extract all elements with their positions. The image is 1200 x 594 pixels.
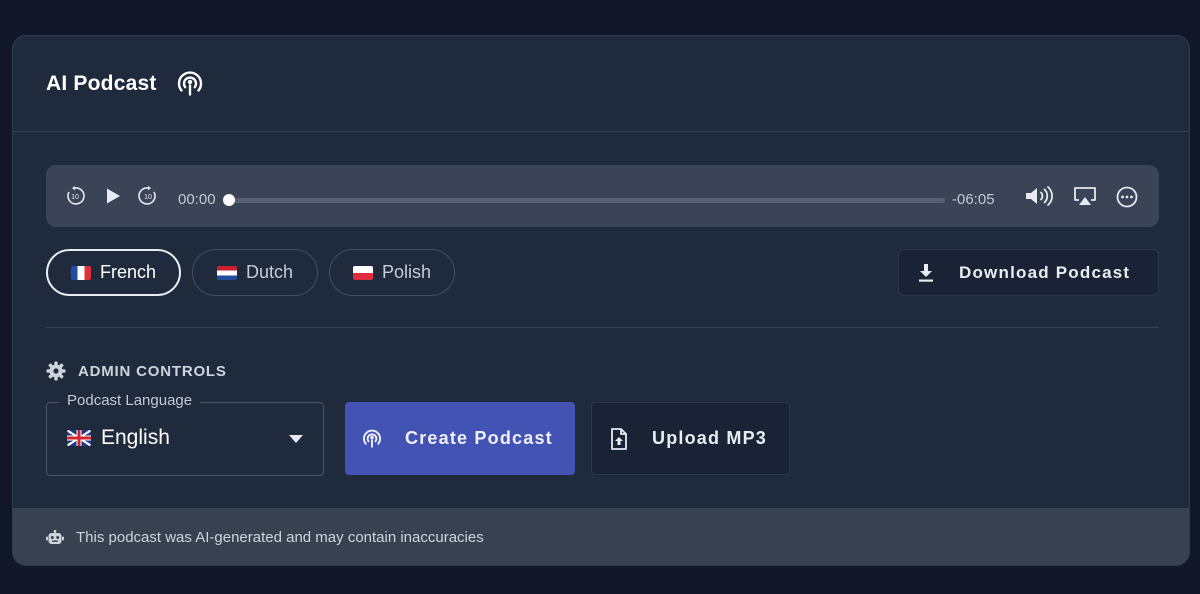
file-upload-icon: [611, 427, 627, 450]
flag-pl-icon: [352, 265, 373, 280]
card-header: AI Podcast: [13, 36, 1189, 132]
page-title: AI Podcast: [46, 71, 157, 95]
remaining-time: -06:05: [952, 191, 995, 208]
download-icon: [919, 263, 933, 282]
progress-track[interactable]: [223, 194, 945, 206]
flag-gb-icon: [67, 430, 91, 446]
podcast-card: AI Podcast 10 10 00:00 -06:05 French Dut…: [12, 35, 1190, 566]
audio-player: 10 10 00:00 -06:05: [46, 165, 1159, 227]
forward-10-icon[interactable]: 10: [138, 186, 158, 206]
language-chips: French Dutch Polish: [46, 249, 466, 296]
current-time: 00:00: [178, 191, 216, 208]
upload-label: Upload MP3: [652, 428, 768, 448]
chip-label: Dutch: [245, 262, 294, 282]
play-icon[interactable]: [104, 187, 122, 205]
svg-text:10: 10: [144, 194, 152, 201]
create-podcast-button[interactable]: Create Podcast: [345, 402, 575, 475]
ai-disclaimer: This podcast was AI-generated and may co…: [13, 508, 1189, 565]
podcast-icon: [363, 429, 381, 448]
download-podcast-button[interactable]: Download Podcast: [898, 249, 1159, 296]
gear-icon: [46, 361, 66, 381]
section-divider: [46, 327, 1159, 328]
robot-icon: [46, 529, 64, 544]
flag-nl-icon: [216, 265, 237, 280]
language-chip-polish[interactable]: Polish: [329, 249, 455, 296]
select-legend: Podcast Language: [59, 392, 201, 409]
admin-title-text: ADMIN CONTROLS: [78, 362, 227, 380]
airplay-icon[interactable]: [1073, 186, 1097, 206]
volume-icon[interactable]: [1024, 185, 1054, 207]
language-chip-french[interactable]: French: [46, 249, 181, 296]
podcast-language-select[interactable]: Podcast Language English: [46, 392, 324, 476]
select-value: English: [67, 426, 170, 450]
podcast-icon: [175, 69, 205, 99]
chip-label: French: [99, 262, 157, 282]
language-chip-dutch[interactable]: Dutch: [192, 249, 318, 296]
create-label: Create Podcast: [405, 428, 553, 448]
caret-down-icon: [289, 435, 303, 443]
chip-label: Polish: [381, 262, 432, 282]
more-options-icon[interactable]: [1116, 186, 1138, 208]
download-label: Download Podcast: [959, 262, 1131, 282]
rewind-10-icon[interactable]: 10: [65, 186, 85, 206]
upload-mp3-button[interactable]: Upload MP3: [591, 402, 790, 475]
svg-text:10: 10: [71, 194, 79, 201]
admin-controls-heading: ADMIN CONTROLS: [46, 361, 227, 381]
disclaimer-text: This podcast was AI-generated and may co…: [76, 529, 484, 546]
progress-thumb[interactable]: [223, 194, 235, 206]
flag-fr-icon: [70, 265, 91, 280]
select-value-text: English: [101, 426, 170, 449]
